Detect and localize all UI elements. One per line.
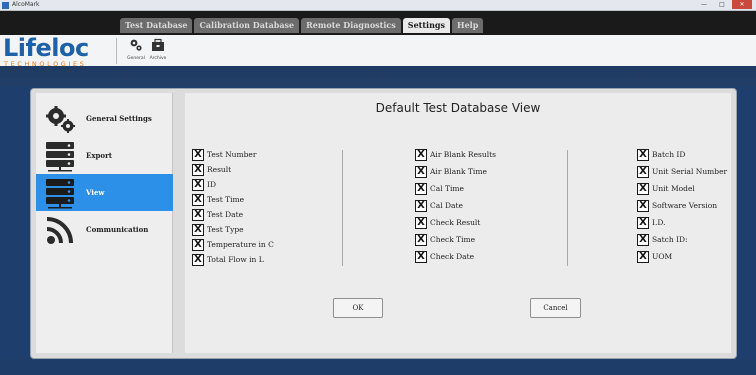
checkbox-box[interactable]: X (637, 200, 649, 212)
checkbox-box[interactable]: X (415, 200, 427, 212)
checkbox-label: Check Date (430, 252, 475, 261)
checkbox-label: Batch ID (652, 150, 686, 159)
checkbox-label: Result (207, 165, 232, 174)
checkbox-box[interactable]: X (637, 217, 649, 229)
checkbox-label: Unit Model (652, 184, 695, 193)
close-button[interactable]: ✕ (732, 0, 752, 9)
checkbox-box[interactable]: X (192, 224, 204, 236)
checkbox-box[interactable]: X (415, 183, 427, 195)
window-controls: — □ ✕ (696, 0, 752, 11)
bottom-band (0, 359, 756, 375)
checkbox-label: Satch ID: (652, 235, 688, 244)
checkbox-box[interactable]: X (192, 194, 204, 206)
gears-icon (46, 106, 75, 133)
checkbox-box[interactable]: X (415, 217, 427, 229)
checkbox-label: Test Type (207, 225, 244, 234)
gears-icon (130, 39, 142, 51)
sidebar-item-export[interactable]: Export (36, 137, 173, 174)
checkbox-label: Test Time (207, 195, 245, 204)
tab-calibration-database[interactable]: Calibration Database (194, 18, 300, 33)
settings-sidebar: General Settings Export View Communicati… (36, 93, 173, 353)
checkbox-box[interactable]: X (637, 251, 649, 263)
ribbon-archive-label: Archive (149, 56, 167, 61)
header-divider (116, 38, 117, 64)
sidebar-item-communication[interactable]: Communication (36, 211, 173, 248)
app-icon (2, 2, 9, 9)
header-band (0, 66, 756, 86)
ribbon-general-label: General (127, 56, 145, 61)
archive-icon (152, 38, 164, 51)
logo-wordmark: Lifeloc (3, 34, 89, 62)
ok-button[interactable]: OK (333, 298, 383, 318)
checkbox-label: Air Blank Results (430, 150, 496, 159)
checkbox-box[interactable]: X (637, 166, 649, 178)
checkbox-box[interactable]: X (192, 149, 204, 161)
checkbox-box[interactable]: X (415, 166, 427, 178)
ribbon-general-button[interactable]: General (124, 38, 148, 66)
sidebar-item-label: Communication (86, 225, 149, 234)
tab-help[interactable]: Help (452, 18, 484, 33)
window-title: AlcoMark (12, 1, 40, 8)
tab-remote-diagnostics[interactable]: Remote Diagnostics (301, 18, 401, 33)
checkbox-box[interactable]: X (192, 179, 204, 191)
checkbox-label: ID (207, 180, 216, 189)
checkbox-label: Cal Date (430, 201, 463, 210)
checkbox-label: Air Blank Time (430, 167, 487, 176)
checkbox-label: Temperature in C (207, 240, 274, 249)
checkbox-box[interactable]: X (192, 209, 204, 221)
checkbox-label: Test Number (207, 150, 257, 159)
wireless-icon (46, 217, 73, 244)
checkbox-box[interactable]: X (192, 254, 204, 266)
checkbox-box[interactable]: X (192, 239, 204, 251)
checkbox-box[interactable]: X (192, 164, 204, 176)
tab-settings[interactable]: Settings (402, 18, 451, 33)
column-divider (342, 150, 343, 266)
checkbox-label: UOM (652, 252, 673, 261)
checkbox-box[interactable]: X (415, 234, 427, 246)
checkbox-label: Check Result (430, 218, 481, 227)
cancel-button[interactable]: Cancel (530, 298, 581, 318)
sidebar-item-general-settings[interactable]: General Settings (36, 100, 173, 137)
checkbox-label: Check Time (430, 235, 476, 244)
sidebar-item-label: Export (86, 151, 112, 160)
server-icon (46, 142, 74, 172)
ribbon-archive-button[interactable]: Archive (146, 38, 170, 66)
checkbox-box[interactable]: X (637, 183, 649, 195)
sidebar-item-view[interactable]: View (36, 174, 173, 211)
checkbox-box[interactable]: X (415, 251, 427, 263)
server-icon (46, 179, 74, 209)
column-divider (567, 150, 568, 266)
checkbox-label: Unit Serial Number (652, 167, 728, 176)
checkbox-label: Software Version (652, 201, 718, 210)
checkbox-label: Total Flow in L (207, 255, 264, 264)
checkbox-label: Cal Time (430, 184, 464, 193)
page-title: Default Test Database View (375, 101, 541, 115)
lifeloc-logo: Lifeloc TECHNOLOGIES (3, 34, 113, 68)
checkbox-box[interactable]: X (415, 149, 427, 161)
window-title-bar: AlcoMark — □ ✕ (0, 0, 756, 11)
sidebar-item-label: View (86, 188, 105, 197)
checkbox-box[interactable]: X (637, 234, 649, 246)
checkbox-label: Test Date (207, 210, 244, 219)
sidebar-item-label: General Settings (86, 114, 152, 123)
maximize-button[interactable]: □ (714, 0, 730, 9)
main-tabs: Test Database Calibration Database Remot… (120, 18, 484, 33)
tab-test-database[interactable]: Test Database (120, 18, 193, 33)
checkbox-label: I.D. (652, 218, 666, 227)
minimize-button[interactable]: — (696, 0, 712, 9)
checkbox-box[interactable]: X (637, 149, 649, 161)
